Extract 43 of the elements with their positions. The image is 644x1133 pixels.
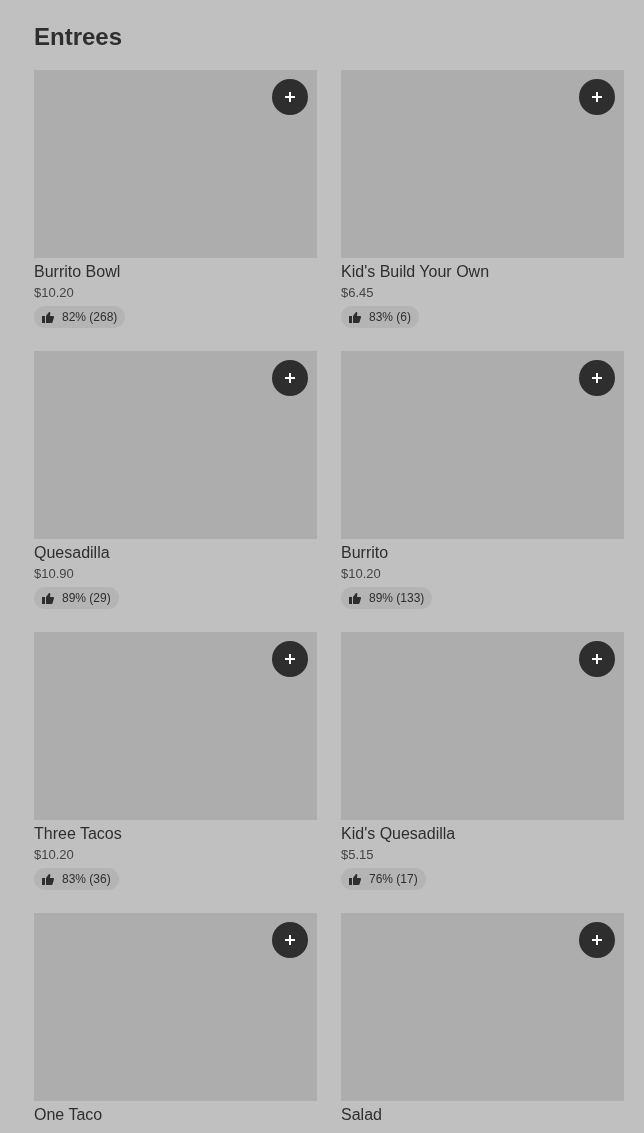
plus-icon — [284, 653, 296, 665]
item-price: $10.90 — [34, 565, 74, 583]
plus-icon — [284, 372, 296, 384]
rating-text: 83% (6) — [369, 309, 412, 325]
add-button[interactable] — [272, 922, 308, 958]
item-name: Salad — [341, 1105, 382, 1125]
rating-text: 83% (36) — [62, 871, 111, 887]
add-button[interactable] — [272, 641, 308, 677]
thumbs-up-icon — [42, 592, 54, 604]
add-button[interactable] — [579, 360, 615, 396]
thumbs-up-icon — [349, 311, 361, 323]
item-name: Kid's Quesadilla — [341, 824, 456, 844]
plus-icon — [591, 653, 603, 665]
plus-icon — [284, 934, 296, 946]
add-button[interactable] — [579, 922, 615, 958]
plus-icon — [591, 934, 603, 946]
item-name: Kid's Build Your Own — [341, 262, 490, 282]
section-title: Entrees — [34, 22, 124, 52]
thumbs-up-icon — [42, 873, 54, 885]
rating-text: 76% (17) — [369, 871, 418, 887]
item-name: Quesadilla — [34, 543, 110, 563]
thumbs-up-icon — [349, 592, 361, 604]
rating-text: 82% (268) — [62, 309, 118, 325]
add-button[interactable] — [579, 79, 615, 115]
thumbs-up-icon — [349, 873, 361, 885]
item-name: Burrito — [341, 543, 389, 563]
plus-icon — [284, 91, 296, 103]
item-price: $10.20 — [34, 846, 74, 864]
add-button[interactable] — [579, 641, 615, 677]
item-price: $10.20 — [34, 284, 74, 302]
item-price: $5.15 — [341, 846, 374, 864]
rating-text: 89% (133) — [369, 590, 425, 606]
add-button[interactable] — [272, 79, 308, 115]
item-name: One Taco — [34, 1105, 103, 1125]
item-name: Burrito Bowl — [34, 262, 121, 282]
rating-text: 89% (29) — [62, 590, 111, 606]
item-price: $10.20 — [341, 565, 381, 583]
item-name: Three Tacos — [34, 824, 122, 844]
plus-icon — [591, 91, 603, 103]
item-price: $6.45 — [341, 284, 374, 302]
thumbs-up-icon — [42, 311, 54, 323]
plus-icon — [591, 372, 603, 384]
add-button[interactable] — [272, 360, 308, 396]
